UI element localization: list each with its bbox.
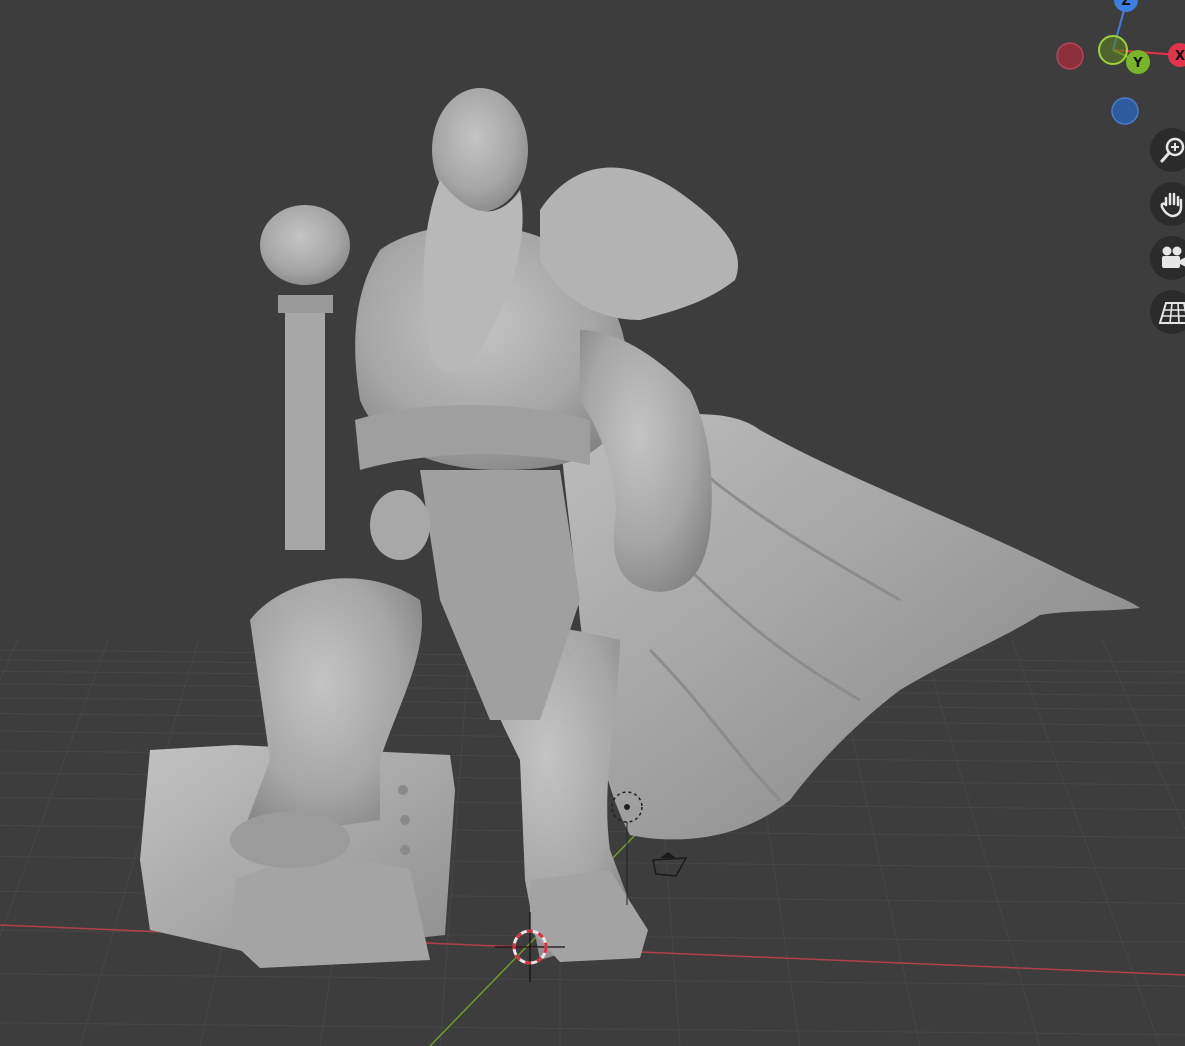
gizmo-neg-x[interactable] — [1056, 42, 1084, 70]
gizmo-z-label: Z — [1121, 0, 1130, 9]
grid-line — [0, 639, 109, 938]
3d-viewport[interactable]: Z X Y — [0, 0, 1185, 1046]
gizmo-neg-y[interactable] — [1098, 35, 1128, 65]
grid-line — [0, 1022, 1185, 1036]
grid-line — [921, 639, 1041, 1046]
model-lion-pommel — [260, 205, 350, 285]
gizmo-y-label: Y — [1132, 56, 1143, 71]
model-base-rock — [230, 861, 430, 968]
gizmo-x-label: X — [1175, 49, 1185, 64]
grid-line — [0, 639, 19, 682]
camera-icon — [1162, 246, 1185, 268]
viewport-scene[interactable] — [0, 0, 1185, 1046]
navigation-gizmo[interactable]: Z X Y — [1050, 0, 1185, 130]
camera-object[interactable] — [652, 852, 688, 877]
zoom-icon — [1160, 137, 1185, 163]
model-hammer-handle — [285, 300, 325, 550]
gizmo-neg-z[interactable] — [1111, 97, 1139, 125]
grid-perspective-icon — [1158, 302, 1185, 324]
hand-icon — [1160, 192, 1183, 218]
grid-line — [0, 973, 1185, 987]
